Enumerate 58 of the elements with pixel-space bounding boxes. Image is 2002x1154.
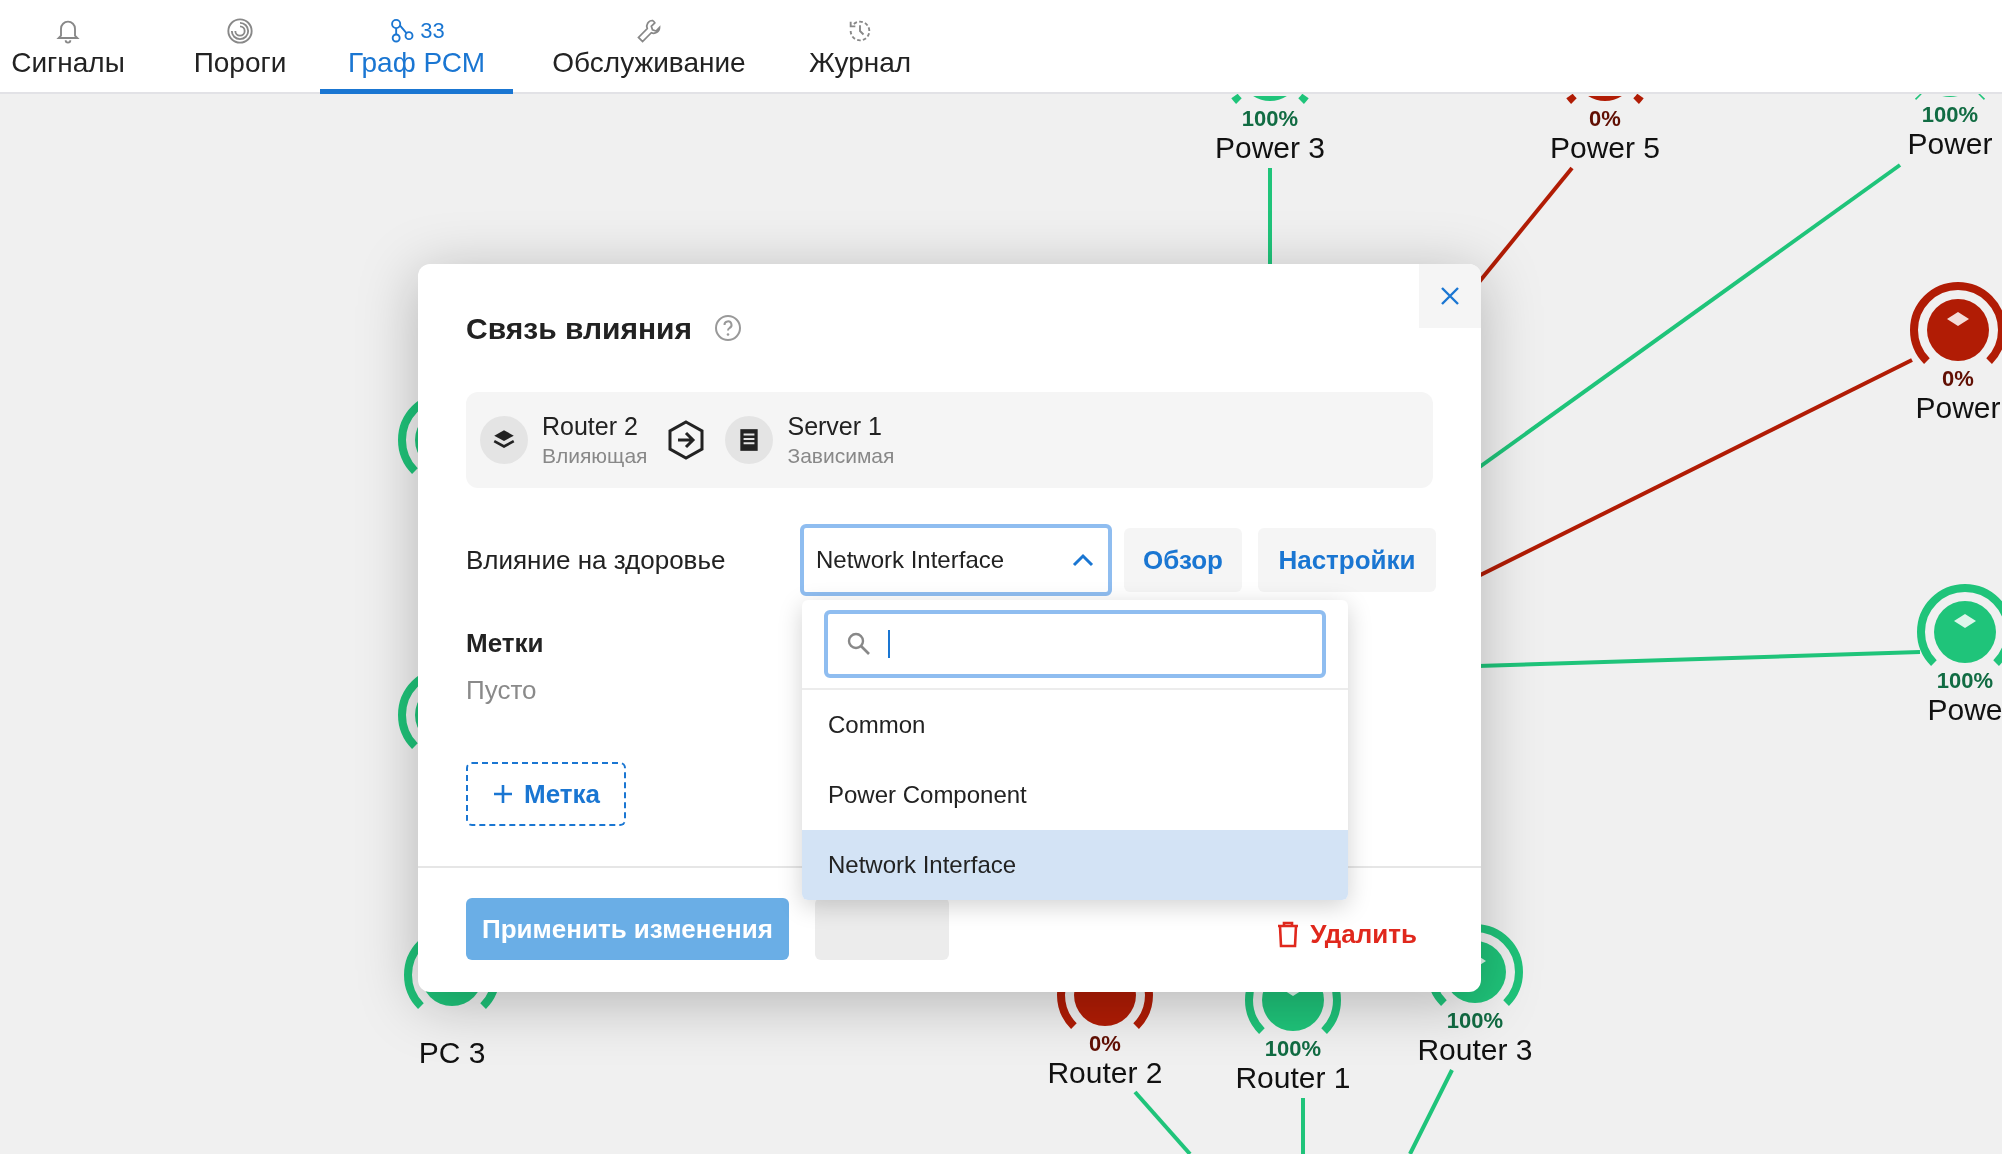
node-label: Power 3	[1214, 131, 1326, 164]
node-percent: 100%	[1241, 106, 1299, 131]
tab[interactable]: Журнал	[800, 0, 920, 94]
plus-icon	[492, 783, 514, 805]
help-icon[interactable]	[714, 314, 743, 342]
spiral-icon	[226, 17, 254, 45]
add-tag-button[interactable]: Метка	[466, 762, 626, 826]
wrench-icon	[635, 17, 663, 45]
node-name: Server 1	[787, 411, 883, 443]
graph-node[interactable]	[1230, 92, 1310, 106]
node-percent: 0%	[1089, 1031, 1121, 1056]
search-field[interactable]	[824, 610, 1326, 678]
node-label: Router 2	[1047, 1056, 1163, 1089]
graph-node[interactable]	[1917, 584, 2002, 666]
node-percent: 0%	[1589, 106, 1621, 131]
node-label: Router 3	[1417, 1033, 1533, 1066]
delete-button[interactable]: Удалить	[1276, 916, 1417, 952]
trash-icon	[1276, 920, 1301, 948]
close-button[interactable]	[1419, 264, 1481, 328]
layers-icon	[480, 416, 528, 464]
graph-edge	[1301, 1098, 1305, 1154]
chevron-icon	[1072, 553, 1094, 567]
tab[interactable]: Сигналы	[0, 0, 136, 94]
dropdown-option[interactable]: Network Interface	[802, 830, 1348, 900]
node-label: Power	[1915, 391, 2001, 424]
tab-count: 33	[420, 20, 445, 42]
node-percent: 0%	[1942, 366, 1974, 391]
node-label: Router 1	[1235, 1061, 1351, 1094]
node-label: Powe	[1927, 693, 2002, 726]
graph-node[interactable]	[1565, 92, 1645, 106]
node-percent: 100%	[1446, 1008, 1504, 1033]
node-label: Power 5	[1549, 131, 1661, 164]
node-label: Power	[1907, 127, 1993, 160]
section-title: Метки	[466, 627, 544, 660]
action-button[interactable]: Настройки	[1258, 528, 1436, 592]
server-icon	[725, 416, 774, 464]
node-name: Router 2	[542, 411, 639, 443]
dialog-title: Связь влияния	[466, 310, 693, 347]
field-label: Влияние на здоровье	[466, 543, 727, 577]
empty-text: Пусто	[466, 674, 537, 707]
search-icon	[846, 631, 872, 657]
graph-node[interactable]	[1910, 282, 2002, 364]
node-percent: 100%	[1921, 102, 1979, 127]
node-percent: 100%	[1264, 1036, 1322, 1061]
node-percent: 100%	[1936, 668, 1994, 693]
node-label: PC 3	[418, 1036, 486, 1069]
dropdown-option[interactable]: Common	[802, 690, 1348, 760]
node-role: Зависимая	[787, 442, 895, 469]
node-role: Влияющая	[542, 442, 648, 469]
dropdown-option[interactable]: Power Component	[802, 760, 1348, 830]
graph-edge	[1133, 1090, 1192, 1154]
select-field[interactable]: Network Interface	[800, 524, 1112, 596]
tab[interactable]: Пороги	[180, 0, 300, 94]
action-button[interactable]: Обзор	[1124, 528, 1242, 592]
graph-node[interactable]	[1913, 92, 1987, 102]
tab[interactable]: 33 Граф РСМ	[320, 0, 513, 94]
close-icon	[1439, 285, 1461, 307]
tab[interactable]: Обслуживание	[540, 0, 758, 94]
